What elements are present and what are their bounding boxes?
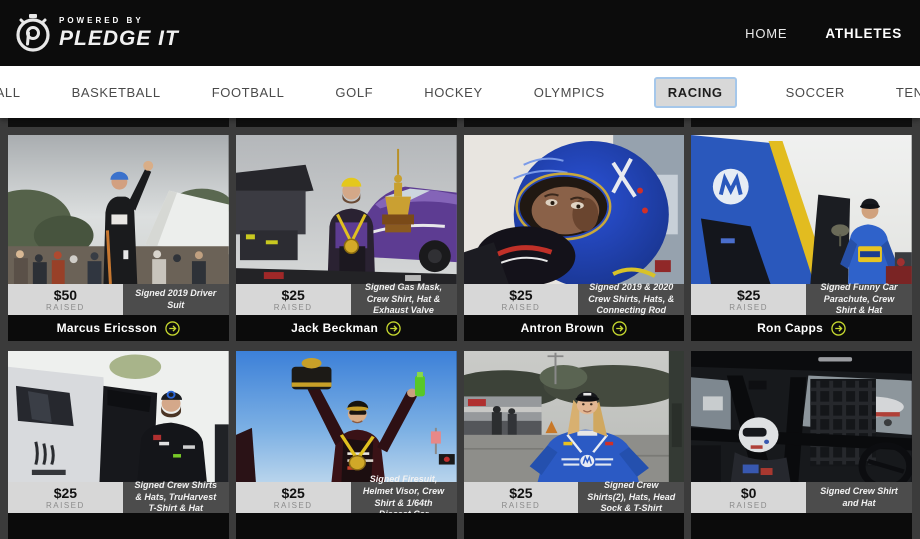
raised-amount: $25 (509, 288, 532, 302)
athlete-card[interactable]: $25 RAISED Signed Firesuit, Helmet Visor… (236, 351, 457, 539)
athlete-photo (691, 135, 912, 284)
raised-amount: $25 (281, 288, 304, 302)
raised-label: RAISED (729, 502, 768, 510)
athlete-name: Ron Capps (757, 321, 823, 335)
athlete-name: Antron Brown (521, 321, 605, 335)
arrow-circle-right-icon (386, 321, 401, 336)
card-row-1: $50 RAISED Signed 2019 Driver Suit Marcu… (8, 135, 912, 341)
athlete-photo (464, 135, 685, 284)
athlete-photo (8, 351, 229, 482)
filter-golf[interactable]: GOLF (333, 79, 375, 106)
raised-amount: $25 (737, 288, 760, 302)
athlete-photo (8, 135, 229, 284)
raised-cell: $25 RAISED (691, 284, 806, 315)
card-info: $50 RAISED Signed 2019 Driver Suit (8, 284, 229, 315)
athlete-name: Marcus Ericsson (57, 321, 158, 335)
arrow-circle-right-icon (831, 321, 846, 336)
sport-filter-bar: ALL BASEBALL BASKETBALL FOOTBALL GOLF HO… (0, 66, 920, 118)
raised-amount: $50 (54, 288, 77, 302)
filter-hockey[interactable]: HOCKEY (422, 79, 485, 106)
raised-cell: $25 RAISED (236, 284, 351, 315)
card-footer[interactable]: Ron Capps (691, 315, 912, 341)
item-description: Signed Funny Car Parachute, Crew Shirt &… (806, 284, 912, 315)
raised-cell: $50 RAISED (8, 284, 123, 315)
raised-cell: $25 RAISED (8, 482, 123, 513)
filter-racing[interactable]: RACING (654, 77, 737, 108)
card-footer[interactable] (464, 513, 685, 539)
raised-amount: $25 (281, 486, 304, 500)
item-description: Signed Gas Mask, Crew Shirt, Hat & Exhau… (351, 284, 457, 315)
card-info: $25 RAISED Signed Crew Shirts(2), Hats, … (464, 482, 685, 513)
athlete-card[interactable]: $50 RAISED Signed 2019 Driver Suit Marcu… (8, 135, 229, 341)
card-stub (464, 118, 685, 127)
card-footer[interactable]: Jack Beckman (236, 315, 457, 341)
card-info: $0 RAISED Signed Crew Shirt and Hat (691, 482, 912, 513)
item-description: Signed 2019 & 2020 Crew Shirts, Hats, & … (578, 284, 684, 315)
item-description: Signed Crew Shirt and Hat (806, 482, 912, 513)
item-description: Signed Crew Shirts(2), Hats, Head Sock &… (578, 482, 684, 513)
filter-tennis[interactable]: TENNIS (894, 79, 920, 106)
athlete-card[interactable]: $25 RAISED Signed Funny Car Parachute, C… (691, 135, 912, 341)
card-footer[interactable]: Antron Brown (464, 315, 685, 341)
arrow-circle-right-icon (612, 321, 627, 336)
pledge-it-logo[interactable]: POWERED BY PLEDGE IT (14, 12, 179, 54)
athlete-photo (236, 351, 457, 482)
athlete-card[interactable]: $25 RAISED Signed Crew Shirts(2), Hats, … (464, 351, 685, 539)
card-stub (236, 118, 457, 127)
card-info: $25 RAISED Signed Funny Car Parachute, C… (691, 284, 912, 315)
app-header: POWERED BY PLEDGE IT HOME ATHLETES (0, 0, 920, 66)
athlete-photo (691, 351, 912, 482)
main-nav: HOME ATHLETES (745, 26, 906, 41)
raised-label: RAISED (274, 304, 313, 312)
athlete-card[interactable]: $25 RAISED Signed Crew Shirts & Hats, Tr… (8, 351, 229, 539)
athlete-name: Jack Beckman (291, 321, 378, 335)
raised-cell: $25 RAISED (236, 482, 351, 513)
card-footer[interactable]: Marcus Ericsson (8, 315, 229, 341)
card-footer[interactable] (691, 513, 912, 539)
card-footer[interactable] (236, 513, 457, 539)
raised-amount: $0 (741, 486, 757, 500)
raised-cell: $25 RAISED (464, 482, 579, 513)
previous-row-sliver (8, 118, 912, 127)
powered-by-label: POWERED BY (59, 17, 179, 25)
raised-label: RAISED (729, 304, 768, 312)
filter-football[interactable]: FOOTBALL (210, 79, 287, 106)
raised-amount: $25 (509, 486, 532, 500)
athlete-photo (236, 135, 457, 284)
nav-athletes[interactable]: ATHLETES (825, 26, 902, 41)
raised-cell: $25 RAISED (464, 284, 579, 315)
card-info: $25 RAISED Signed Gas Mask, Crew Shirt, … (236, 284, 457, 315)
card-stub (8, 118, 229, 127)
raised-cell: $0 RAISED (691, 482, 806, 513)
arrow-circle-right-icon (165, 321, 180, 336)
card-info: $25 RAISED Signed Crew Shirts & Hats, Tr… (8, 482, 229, 513)
card-footer[interactable] (8, 513, 229, 539)
raised-label: RAISED (501, 502, 540, 510)
card-info: $25 RAISED Signed 2019 & 2020 Crew Shirt… (464, 284, 685, 315)
athlete-card[interactable]: $0 RAISED Signed Crew Shirt and Hat (691, 351, 912, 539)
athlete-card[interactable]: $25 RAISED Signed Gas Mask, Crew Shirt, … (236, 135, 457, 341)
filter-basketball[interactable]: BASKETBALL (70, 79, 163, 106)
athlete-grid: $50 RAISED Signed 2019 Driver Suit Marcu… (0, 118, 920, 518)
filter-olympics[interactable]: OLYMPICS (532, 79, 607, 106)
raised-label: RAISED (46, 502, 85, 510)
brand-name: PLEDGE IT (59, 28, 179, 49)
athlete-photo (464, 351, 685, 482)
raised-label: RAISED (501, 304, 540, 312)
raised-amount: $25 (54, 486, 77, 500)
filter-soccer[interactable]: SOCCER (784, 79, 847, 106)
raised-label: RAISED (274, 502, 313, 510)
raised-label: RAISED (46, 304, 85, 312)
athlete-card[interactable]: $25 RAISED Signed 2019 & 2020 Crew Shirt… (464, 135, 685, 341)
stopwatch-icon (14, 12, 52, 54)
item-description: Signed Crew Shirts & Hats, TruHarvest T-… (123, 482, 229, 513)
nav-home[interactable]: HOME (745, 26, 787, 41)
item-description: Signed Firesuit, Helmet Visor, Crew Shir… (351, 482, 457, 513)
card-info: $25 RAISED Signed Firesuit, Helmet Visor… (236, 482, 457, 513)
card-row-2: $25 RAISED Signed Crew Shirts & Hats, Tr… (8, 351, 912, 539)
item-description: Signed 2019 Driver Suit (123, 284, 229, 315)
card-stub (691, 118, 912, 127)
filter-baseball[interactable]: BASEBALL (0, 79, 23, 106)
